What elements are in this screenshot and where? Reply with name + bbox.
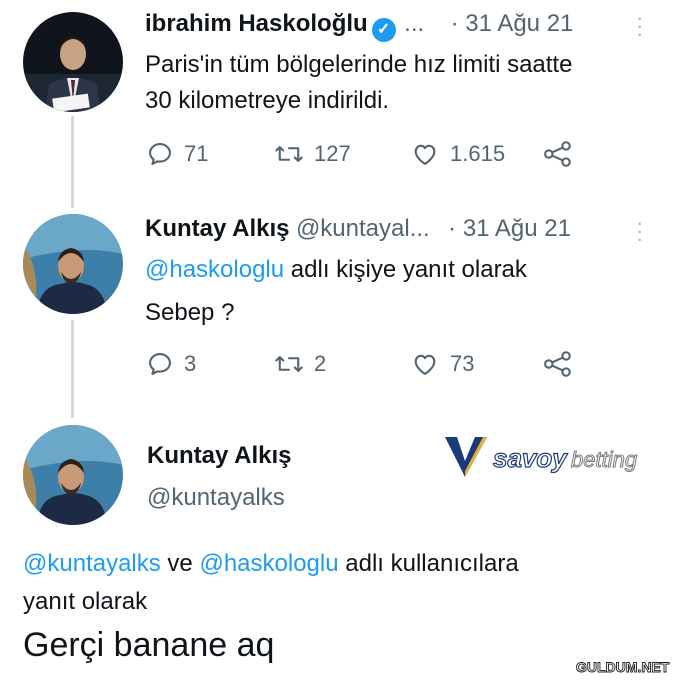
reply-context: @haskologlu adlı kişiye yanıt olarak — [145, 252, 527, 288]
retweet-icon — [275, 356, 303, 372]
savoybetting-logo: savoy betting — [443, 433, 663, 481]
like-button[interactable]: 1.615 — [410, 140, 505, 168]
retweet-count: 2 — [314, 351, 327, 376]
share-icon — [544, 351, 571, 377]
timestamp[interactable]: · 31 Ağu 21 — [448, 215, 571, 242]
handle[interactable]: @kuntayalks — [147, 484, 285, 512]
reply-context-text: adlı kullanıcılara — [338, 550, 519, 577]
tweet-header: ibrahim Haskoloğlu ✓ ... · 31 Ağu 21 — [145, 10, 573, 42]
reply-button[interactable]: 71 — [146, 140, 208, 168]
like-count: 1.615 — [450, 141, 506, 166]
reply-context: @kuntayalks ve @haskologlu adlı kullanıc… — [23, 546, 519, 582]
avatar[interactable] — [23, 214, 123, 314]
mention-link[interactable]: @kuntayalks — [23, 550, 161, 577]
retweet-count: 127 — [314, 141, 351, 166]
reply-icon — [149, 143, 171, 165]
share-button[interactable] — [543, 141, 583, 167]
thread-connector — [71, 116, 74, 208]
tweet-text: Sebep ? — [145, 299, 235, 326]
avatar[interactable] — [23, 425, 123, 525]
tweet-text-line: 30 kilometreye indirildi. — [145, 87, 390, 114]
heart-icon — [414, 144, 436, 165]
heart-icon — [414, 354, 436, 375]
handle[interactable]: @kuntayal... — [296, 215, 430, 242]
share-button[interactable] — [543, 351, 583, 377]
thread-connector — [71, 320, 74, 418]
tweet-header: Kuntay Alkış @kuntayal... · 31 Ağu 21 — [145, 215, 571, 243]
timestamp[interactable]: · 31 Ağu 21 — [451, 10, 574, 37]
tweet-text: Paris'in tüm bölgelerinde hız limiti saa… — [145, 47, 665, 119]
reply-count: 3 — [184, 351, 197, 376]
mention-link[interactable]: @haskologlu — [145, 256, 284, 283]
display-name[interactable]: ibrahim Haskoloğlu — [145, 10, 368, 37]
svg-text:GULDUM.NET: GULDUM.NET — [576, 659, 670, 675]
tweet-text-line: Paris'in tüm bölgelerinde hız limiti saa… — [145, 51, 573, 78]
svg-text:savoy: savoy — [493, 443, 568, 473]
share-icon — [544, 141, 571, 167]
svg-text:betting: betting — [571, 447, 638, 472]
more-options-icon[interactable]: · · · — [636, 212, 643, 250]
site-watermark-logo: GULDUM.NET — [574, 657, 670, 677]
like-count: 73 — [450, 351, 475, 376]
tweet-text: Gerçi banane aq — [23, 626, 275, 664]
retweet-icon — [275, 146, 303, 162]
handle[interactable]: ... — [404, 10, 424, 37]
verified-badge-icon: ✓ — [371, 18, 396, 42]
display-name[interactable]: Kuntay Alkış — [145, 215, 289, 242]
reply-context-line2: yanıt olarak — [23, 588, 148, 615]
reply-count: 71 — [184, 141, 209, 166]
mention-link[interactable]: @haskologlu — [199, 550, 338, 577]
reply-button[interactable]: 3 — [146, 350, 196, 378]
retweet-button[interactable]: 2 — [274, 350, 326, 378]
like-button[interactable]: 73 — [410, 350, 474, 378]
reply-icon — [149, 353, 171, 375]
reply-context-text: ve — [160, 550, 200, 577]
retweet-button[interactable]: 127 — [274, 140, 351, 168]
reply-context-text: adlı kişiye yanıt olarak — [284, 256, 527, 283]
display-name[interactable]: Kuntay Alkış — [147, 442, 291, 470]
avatar[interactable] — [23, 12, 123, 112]
more-options-icon[interactable]: · · · — [636, 7, 643, 45]
